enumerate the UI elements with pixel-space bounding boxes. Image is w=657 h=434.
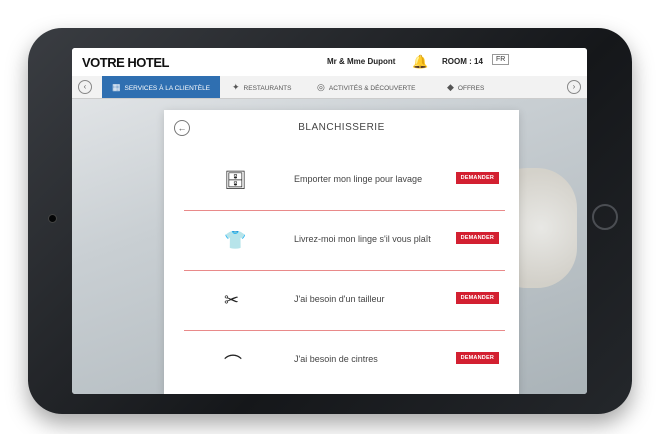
list-item: 👕 Livrez-moi mon linge s'il vous plaît D… (184, 210, 505, 271)
hotel-logo: VOTRE HOTEL (82, 55, 169, 70)
item-text: J'ai besoin de cintres (294, 354, 378, 364)
washing-machine-icon: 🗄 (224, 170, 247, 190)
list-item: 🗄 Emporter mon linge pour lavage DEMANDE… (184, 150, 505, 211)
laundry-panel: ← BLANCHISSERIE 🗄 Emporter mon linge pou… (164, 110, 519, 394)
request-button[interactable]: DEMANDER (455, 352, 499, 364)
tab-label: OFFRES (457, 85, 485, 92)
tag-icon: ◆ (447, 82, 454, 92)
item-text: J'ai besoin d'un tailleur (294, 294, 385, 304)
shirt-bag-icon: 👕 (224, 230, 247, 250)
cutlery-icon: ✦ (232, 82, 240, 92)
nav-next-icon[interactable]: › (567, 80, 581, 94)
list-item: ✂ J'ai besoin d'un tailleur DEMANDER (184, 270, 505, 331)
list-item: ⌒ J'ai besoin de cintres DEMANDER (184, 330, 505, 390)
request-button[interactable]: DEMANDER (455, 172, 499, 184)
request-button[interactable]: DEMANDER (455, 232, 499, 244)
tab-services[interactable]: ▦ SERVICES À LA CLIENTÈLE (102, 76, 221, 98)
request-button[interactable]: DEMANDER (455, 292, 499, 304)
building-icon: ▦ (112, 82, 121, 92)
tab-label: ACTIVITÉS & DÉCOUVERTE (328, 85, 416, 92)
tab-offres[interactable]: ◆ OFFRES (447, 76, 484, 98)
tab-restaurants[interactable]: ✦ RESTAURANTS (232, 76, 291, 98)
tab-label: SERVICES À LA CLIENTÈLE (124, 85, 211, 92)
room-number: ROOM : 14 (442, 57, 483, 66)
top-bar: VOTRE HOTEL Mr & Mme Dupont 🔔 ROOM : 14 … (72, 48, 587, 77)
guest-name: Mr & Mme Dupont (327, 57, 396, 66)
app-screen: VOTRE HOTEL Mr & Mme Dupont 🔔 ROOM : 14 … (72, 48, 587, 394)
panel-title: BLANCHISSERIE (298, 122, 385, 133)
hanger-icon: ⌒ (224, 354, 242, 374)
home-button[interactable] (592, 204, 618, 230)
camera-icon (48, 214, 57, 223)
item-text: Emporter mon linge pour lavage (294, 174, 423, 184)
bell-icon[interactable]: 🔔 (412, 54, 428, 70)
tab-activites[interactable]: ◎ ACTIVITÉS & DÉCOUVERTE (317, 76, 415, 98)
needle-thread-icon: ✂ (224, 290, 240, 310)
tab-label: RESTAURANTS (243, 85, 292, 92)
binoculars-icon: ◎ (317, 82, 325, 92)
main-nav: ‹ ▦ SERVICES À LA CLIENTÈLE ✦ RESTAURANTS … (72, 76, 587, 99)
item-text: Livrez-moi mon linge s'il vous plaît (294, 234, 431, 244)
tablet-device: VOTRE HOTEL Mr & Mme Dupont 🔔 ROOM : 14 … (28, 28, 632, 414)
language-select[interactable]: FR (492, 54, 510, 65)
nav-prev-icon[interactable]: ‹ (78, 80, 92, 94)
